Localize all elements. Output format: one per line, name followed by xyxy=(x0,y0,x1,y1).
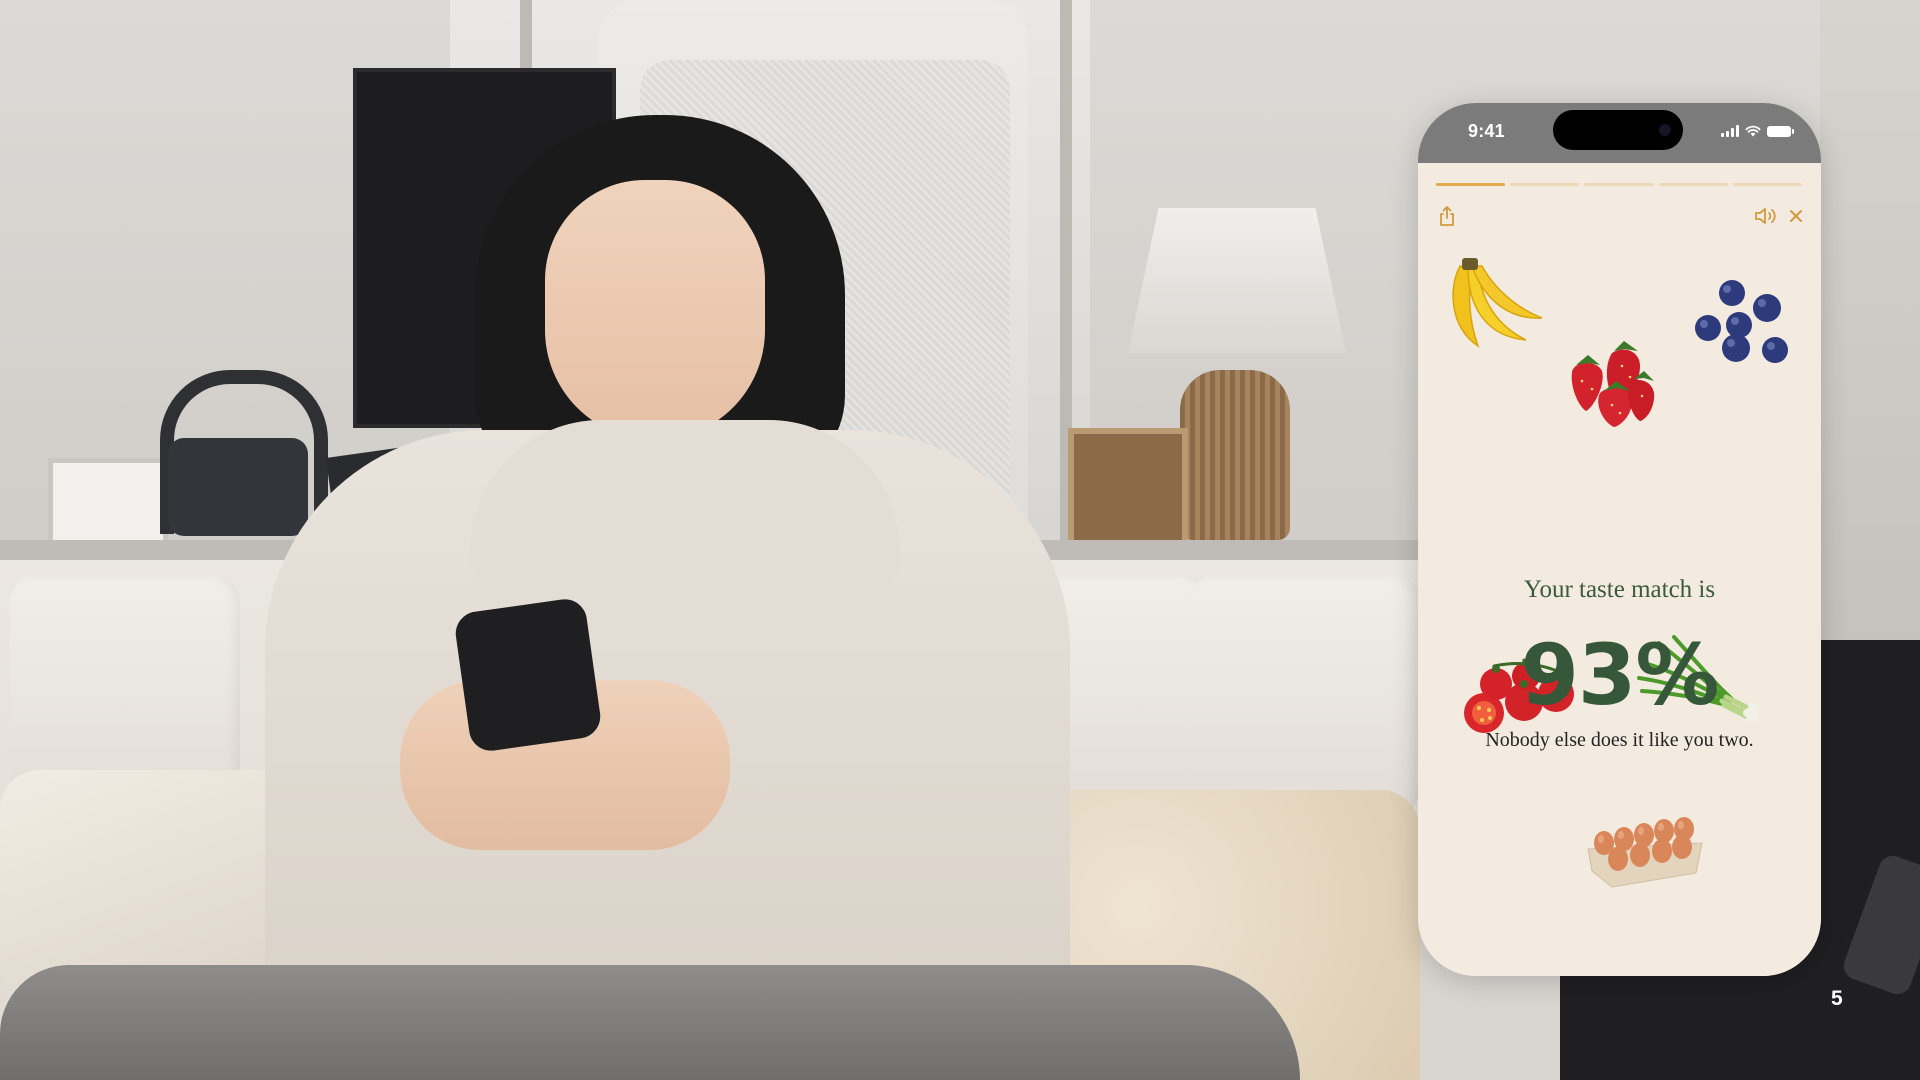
wifi-icon xyxy=(1745,125,1761,137)
lamp-base xyxy=(1180,370,1290,540)
person-legs xyxy=(0,965,1300,1080)
share-button[interactable] xyxy=(1432,201,1462,231)
progress-segment xyxy=(1658,183,1728,186)
speaker xyxy=(168,438,308,536)
blueberries-icon xyxy=(1695,280,1788,363)
battery-icon xyxy=(1767,125,1794,137)
held-phone xyxy=(452,596,604,754)
dynamic-island xyxy=(1553,110,1683,150)
page-number: 5 xyxy=(1831,987,1843,1010)
status-icons xyxy=(1721,125,1794,137)
person-hood xyxy=(470,420,900,630)
phone-mockup: 9:41 Your taste match is 93% Nobody else… xyxy=(1418,103,1821,976)
sound-button[interactable] xyxy=(1751,201,1781,231)
story-sheet: Your taste match is 93% Nobody else does… xyxy=(1418,163,1821,976)
status-bar: 9:41 xyxy=(1418,103,1821,163)
status-time: 9:41 xyxy=(1468,121,1505,141)
story-progress xyxy=(1436,183,1803,186)
share-icon xyxy=(1440,206,1454,226)
close-icon xyxy=(1790,210,1802,222)
person-face xyxy=(545,180,765,440)
eggs-icon xyxy=(1587,817,1703,888)
sofa-cushion xyxy=(1190,575,1420,815)
progress-segment xyxy=(1584,183,1654,186)
progress-segment xyxy=(1436,183,1506,186)
signal-icon xyxy=(1721,125,1739,137)
progress-segment xyxy=(1732,183,1803,186)
progress-segment xyxy=(1510,183,1580,186)
taste-match-percent: 93% xyxy=(1520,626,1719,724)
lamp-shade xyxy=(1128,208,1346,353)
strawberries-icon xyxy=(1571,341,1655,427)
taste-match-title: Your taste match is xyxy=(1523,576,1716,603)
close-button[interactable] xyxy=(1781,201,1811,231)
camera-icon xyxy=(1659,124,1671,136)
speaker-icon xyxy=(1755,208,1776,224)
banana-icon xyxy=(1452,258,1543,348)
taste-match-subtitle: Nobody else does it like you two. xyxy=(1485,729,1754,751)
